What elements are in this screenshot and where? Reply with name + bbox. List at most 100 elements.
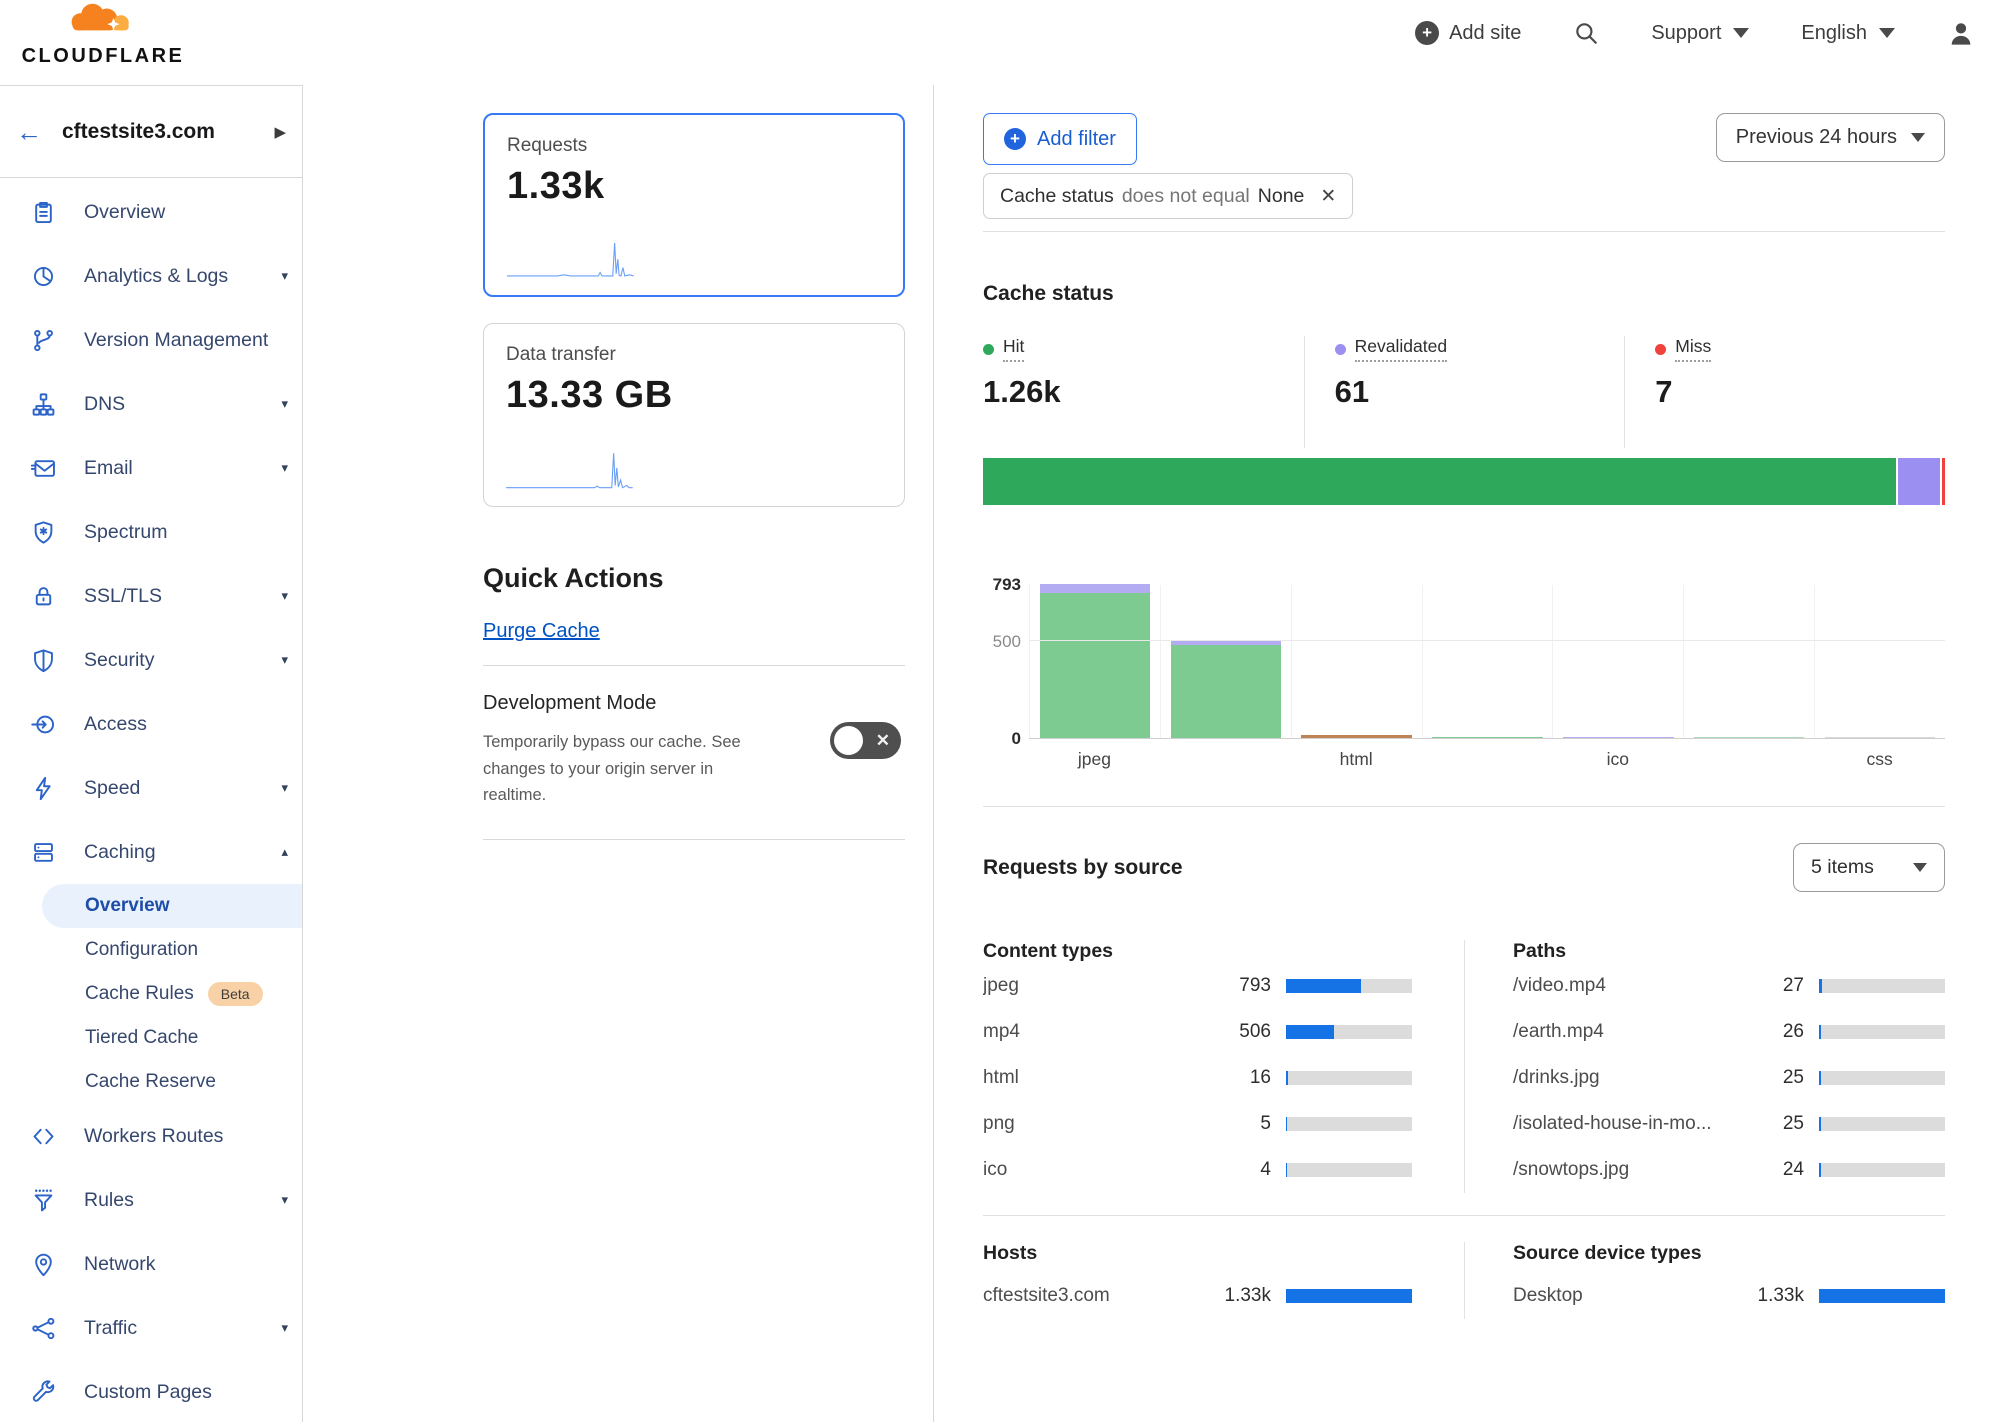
- table-row: /snowtops.jpg24: [1513, 1147, 1945, 1193]
- sidebar-item-traffic[interactable]: Traffic ▾: [0, 1296, 302, 1360]
- sidebar-item-custom-pages[interactable]: Custom Pages: [0, 1360, 302, 1422]
- sidebar-item-version-management[interactable]: Version Management: [0, 308, 302, 372]
- search-icon[interactable]: [1573, 20, 1599, 46]
- metric-label: Requests: [507, 135, 881, 157]
- site-header: ← cftestsite3.com ▶: [0, 86, 302, 178]
- items-count-dropdown[interactable]: 5 items: [1793, 843, 1945, 892]
- sidebar-item-analytics-logs[interactable]: Analytics & Logs ▾: [0, 244, 302, 308]
- sidebar-item-spectrum[interactable]: Spectrum: [0, 500, 302, 564]
- cloudflare-cloud-icon: [65, 0, 141, 44]
- sidebar-item-network[interactable]: Network: [0, 1232, 302, 1296]
- sidebar-item-caching-configuration[interactable]: Configuration: [0, 928, 302, 972]
- sidebar-item-security[interactable]: Security ▾: [0, 628, 302, 692]
- shield-icon: [30, 647, 57, 674]
- table-row: cftestsite3.com1.33k: [983, 1273, 1412, 1319]
- cloudflare-logo[interactable]: CLOUDFLARE: [18, 0, 188, 68]
- site-name: cftestsite3.com: [62, 120, 274, 144]
- table-row: png5: [983, 1101, 1412, 1147]
- purge-cache-link[interactable]: Purge Cache: [483, 620, 600, 643]
- account-avatar[interactable]: [1947, 19, 1975, 47]
- table-row: /earth.mp426: [1513, 1009, 1945, 1055]
- miss-value: 7: [1655, 374, 1945, 410]
- table-row: jpeg793: [983, 963, 1412, 1009]
- topbar: CLOUDFLARE + Add site Support English: [0, 0, 1999, 85]
- chevron-down-icon: [1911, 133, 1925, 142]
- chevron-down-icon: ▾: [281, 268, 288, 284]
- chevron-right-icon[interactable]: ▶: [274, 123, 286, 141]
- toggle-knob: [834, 726, 863, 755]
- shield-asterisk-icon: [30, 519, 57, 546]
- table-row: mp4506: [983, 1009, 1412, 1055]
- sidebar-item-cache-rules[interactable]: Cache Rules Beta: [0, 972, 302, 1016]
- table-row: /video.mp427: [1513, 963, 1945, 1009]
- requests-metric-card[interactable]: Requests 1.33k: [483, 113, 905, 297]
- hit-dot-icon: [983, 344, 994, 355]
- data-transfer-sparkline: [506, 452, 633, 490]
- metric-value: 13.33 GB: [506, 374, 882, 417]
- sidebar-item-overview[interactable]: Overview: [0, 180, 302, 244]
- language-menu[interactable]: English: [1801, 22, 1895, 45]
- share-network-icon: [30, 1315, 57, 1342]
- add-filter-button[interactable]: + Add filter: [983, 113, 1137, 165]
- requests-by-source-title: Requests by source: [983, 856, 1183, 880]
- funnel-icon: [30, 1187, 57, 1214]
- table-row: html16: [983, 1055, 1412, 1101]
- chevron-down-icon: [1733, 28, 1749, 38]
- table-row: ico4: [983, 1147, 1412, 1193]
- sidebar-item-access[interactable]: Access: [0, 692, 302, 756]
- sidebar-item-tiered-cache[interactable]: Tiered Cache: [0, 1016, 302, 1060]
- back-arrow-icon[interactable]: ←: [16, 119, 42, 145]
- stat-revalidated[interactable]: Revalidated 61: [1304, 336, 1625, 448]
- table-row: Desktop1.33k: [1513, 1273, 1945, 1319]
- paths-table: Paths /video.mp427 /earth.mp426 /drinks.…: [1464, 940, 1945, 1193]
- sidebar-item-rules[interactable]: Rules ▾: [0, 1168, 302, 1232]
- data-transfer-metric-card[interactable]: Data transfer 13.33 GB: [483, 323, 905, 507]
- chevron-down-icon: ▾: [281, 1192, 288, 1208]
- metrics-column: Requests 1.33k Data transfer 13.33 GB Qu…: [303, 85, 933, 1422]
- sidebar-item-cache-reserve[interactable]: Cache Reserve: [0, 1060, 302, 1104]
- chevron-down-icon: ▾: [281, 652, 288, 668]
- chevron-up-icon: ▴: [281, 844, 288, 860]
- cloudflare-wordmark: CLOUDFLARE: [22, 45, 185, 68]
- plus-icon: +: [1004, 128, 1026, 150]
- wrench-icon: [30, 1379, 57, 1406]
- bar-chart-y-axis: 7935000: [983, 585, 1029, 739]
- bar-chart-plot: [1029, 585, 1945, 739]
- sidebar-item-workers-routes[interactable]: Workers Routes: [0, 1104, 302, 1168]
- content-types-table: Content types jpeg793 mp4506 html16 png5…: [983, 940, 1464, 1193]
- filter-bar: + Add filter Cache status does not equal…: [983, 85, 1945, 232]
- development-mode-description: Temporarily bypass our cache. See change…: [483, 729, 755, 809]
- sidebar-item-dns[interactable]: DNS ▾: [0, 372, 302, 436]
- cache-status-section: Cache status Hit 1.26k Revalidated 61 Mi…: [983, 232, 1945, 806]
- sidebar-item-caching[interactable]: Caching ▴: [0, 820, 302, 884]
- sidebar-item-email[interactable]: Email ▾: [0, 436, 302, 500]
- server-stack-icon: [30, 839, 57, 866]
- source-device-types-table: Source device types Desktop1.33k: [1464, 1242, 1945, 1319]
- miss-dot-icon: [1655, 344, 1666, 355]
- chevron-down-icon: ▾: [281, 460, 288, 476]
- add-site-button[interactable]: + Add site: [1415, 21, 1521, 45]
- support-menu[interactable]: Support: [1651, 22, 1749, 45]
- envelope-icon: [30, 455, 57, 482]
- metric-value: 1.33k: [507, 165, 881, 208]
- cache-status-stats: Hit 1.26k Revalidated 61 Miss 7: [983, 336, 1945, 448]
- close-icon[interactable]: ✕: [1320, 185, 1336, 208]
- quick-actions-title: Quick Actions: [483, 563, 905, 594]
- chevron-down-icon: ▾: [281, 780, 288, 796]
- hierarchy-icon: [30, 391, 57, 418]
- stat-hit[interactable]: Hit 1.26k: [983, 336, 1304, 448]
- table-row: /isolated-house-in-mo...25: [1513, 1101, 1945, 1147]
- code-brackets-icon: [30, 1123, 57, 1150]
- cache-status-filter-chip[interactable]: Cache status does not equal None ✕: [983, 173, 1353, 219]
- time-range-dropdown[interactable]: Previous 24 hours: [1716, 113, 1945, 162]
- sidebar-item-speed[interactable]: Speed ▾: [0, 756, 302, 820]
- sidebar-item-ssl-tls[interactable]: SSL/TLS ▾: [0, 564, 302, 628]
- requests-sparkline: [507, 241, 634, 279]
- development-mode-toggle[interactable]: ✕: [830, 722, 901, 759]
- analytics-panel: + Add filter Cache status does not equal…: [933, 85, 1999, 1422]
- sidebar-item-caching-overview[interactable]: Overview: [42, 884, 302, 928]
- pie-chart-icon: [30, 263, 57, 290]
- development-mode-title: Development Mode: [483, 692, 905, 715]
- stat-miss[interactable]: Miss 7: [1624, 336, 1945, 448]
- table-row: /drinks.jpg25: [1513, 1055, 1945, 1101]
